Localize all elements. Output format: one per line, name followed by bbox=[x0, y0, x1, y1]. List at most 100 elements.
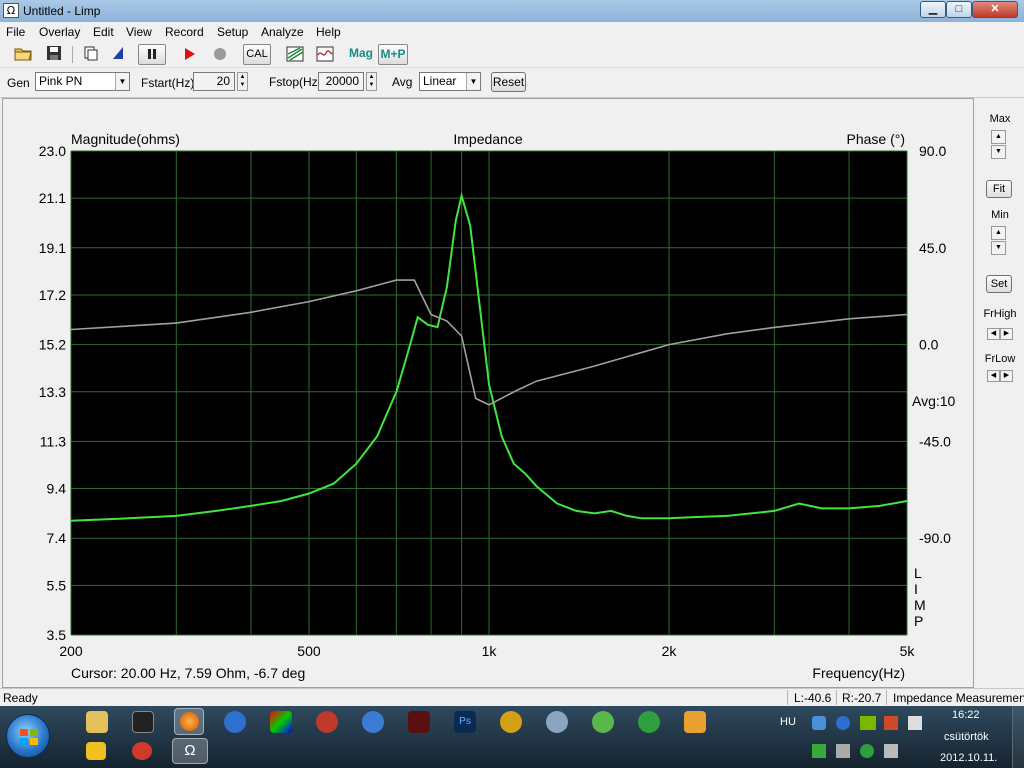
warning-app-icon[interactable] bbox=[86, 742, 106, 760]
gen-select[interactable]: Pink PN ▼ bbox=[35, 72, 130, 91]
left-axis-label: Magnitude(ohms) bbox=[71, 131, 180, 147]
menu-analyze[interactable]: Analyze bbox=[261, 25, 304, 39]
menu-record[interactable]: Record bbox=[165, 25, 204, 39]
max-up-button[interactable]: ▲ bbox=[991, 130, 1006, 144]
cal-button[interactable]: CAL bbox=[243, 44, 271, 65]
left-level: L:-40.6 bbox=[794, 691, 832, 705]
y2-tick-label: 90.0 bbox=[919, 143, 946, 159]
flag-tray-icon[interactable] bbox=[908, 716, 922, 730]
mp-button[interactable]: M+P bbox=[378, 44, 408, 65]
frhigh-right-button[interactable]: ▶ bbox=[1000, 328, 1013, 340]
gen-label: Gen bbox=[7, 76, 30, 90]
update-tray-icon[interactable] bbox=[812, 744, 826, 758]
menu-help[interactable]: Help bbox=[316, 25, 341, 39]
volume-tray-icon[interactable] bbox=[884, 716, 898, 730]
minimize-button[interactable]: ▁ bbox=[920, 1, 946, 18]
menu-overlay[interactable]: Overlay bbox=[39, 25, 80, 39]
mag-button[interactable]: Mag bbox=[347, 44, 375, 65]
taskbar-limp[interactable]: Ω bbox=[172, 738, 208, 764]
play-icon[interactable] bbox=[178, 44, 200, 65]
y-tick-label: 5.5 bbox=[47, 577, 67, 593]
show-desktop-button[interactable] bbox=[1012, 706, 1024, 768]
y-tick-label: 17.2 bbox=[39, 287, 66, 303]
network-app-icon[interactable] bbox=[362, 711, 384, 733]
impedance-chart[interactable]: Impedance Magnitude(ohms) Phase (°) 23.0… bbox=[3, 99, 973, 687]
utorrent-icon[interactable] bbox=[638, 711, 660, 733]
fit-button[interactable]: Fit bbox=[986, 180, 1012, 198]
status-separator bbox=[836, 690, 837, 705]
y-tick-label: 23.0 bbox=[39, 143, 66, 159]
pause-button[interactable] bbox=[138, 44, 166, 65]
x-tick-label: 1k bbox=[482, 643, 498, 659]
explorer-icon[interactable] bbox=[86, 711, 108, 733]
clock-time[interactable]: 16:22 bbox=[952, 709, 980, 721]
x-axis-label: Frequency(Hz) bbox=[812, 665, 905, 681]
grid-icon[interactable] bbox=[284, 44, 306, 65]
menu-edit[interactable]: Edit bbox=[93, 25, 114, 39]
y-tick-label: 19.1 bbox=[39, 240, 66, 256]
taskbar-firefox[interactable] bbox=[174, 708, 204, 735]
frhigh-left-button[interactable]: ◀ bbox=[987, 328, 1000, 340]
frlow-right-button[interactable]: ▶ bbox=[1000, 370, 1013, 382]
start-button[interactable] bbox=[6, 714, 50, 758]
status-text: Ready bbox=[3, 691, 38, 705]
max-down-button[interactable]: ▼ bbox=[991, 145, 1006, 159]
audio-app-icon[interactable] bbox=[408, 711, 430, 733]
status-separator bbox=[886, 690, 887, 705]
video-app-icon[interactable] bbox=[684, 711, 706, 733]
fstart-spinner[interactable]: ▲ ▼ bbox=[237, 72, 248, 91]
waveform-icon[interactable] bbox=[314, 44, 336, 65]
fstop-spinner[interactable]: ▲ ▼ bbox=[366, 72, 377, 91]
avg-label: Avg bbox=[392, 75, 413, 89]
min-down-button[interactable]: ▼ bbox=[991, 241, 1006, 255]
steam-icon[interactable] bbox=[132, 711, 154, 733]
paint-brush-icon[interactable] bbox=[132, 742, 152, 760]
moon-app-icon[interactable] bbox=[546, 711, 568, 733]
device-tray-icon[interactable] bbox=[836, 744, 850, 758]
media-app-icon[interactable] bbox=[316, 711, 338, 733]
frlow-label: FrLow bbox=[984, 353, 1016, 365]
set-button[interactable]: Set bbox=[986, 275, 1012, 293]
nvidia-tray-icon[interactable] bbox=[860, 716, 876, 730]
menu-file[interactable]: File bbox=[6, 25, 25, 39]
y2-tick-label: -45.0 bbox=[919, 433, 951, 449]
utorrent-tray-icon[interactable] bbox=[860, 744, 874, 758]
speaker-tray-icon[interactable] bbox=[884, 744, 898, 758]
fstop-input[interactable]: 20000 bbox=[318, 72, 364, 91]
copy-icon[interactable] bbox=[80, 44, 102, 65]
app-icon[interactable]: Ω bbox=[3, 3, 19, 18]
open-folder-icon[interactable] bbox=[12, 44, 34, 65]
min-up-button[interactable]: ▲ bbox=[991, 226, 1006, 240]
y2-tick-label: -90.0 bbox=[919, 530, 951, 546]
window-title: Untitled - Limp bbox=[23, 4, 101, 18]
menu-setup[interactable]: Setup bbox=[217, 25, 248, 39]
menu-bar bbox=[0, 22, 1024, 42]
language-indicator[interactable]: HU bbox=[780, 716, 796, 728]
fstart-label: Fstart(Hz) bbox=[141, 76, 195, 90]
lightning-app-icon[interactable] bbox=[224, 711, 246, 733]
marker-icon[interactable] bbox=[107, 44, 129, 65]
avg-select[interactable]: Linear ▼ bbox=[419, 72, 481, 91]
y-tick-label: 21.1 bbox=[39, 190, 66, 206]
limp-letter-l: L bbox=[914, 565, 922, 581]
paint-icon[interactable] bbox=[270, 711, 292, 733]
save-icon[interactable] bbox=[43, 44, 65, 65]
network-tray-icon[interactable] bbox=[812, 716, 826, 730]
photoshop-icon[interactable]: Ps bbox=[454, 711, 476, 733]
frog-app-icon[interactable] bbox=[592, 711, 614, 733]
shield-app-icon[interactable] bbox=[500, 711, 522, 733]
plot-panel: Impedance Magnitude(ohms) Phase (°) 23.0… bbox=[2, 98, 974, 688]
stop-icon[interactable] bbox=[209, 44, 231, 65]
fstart-input[interactable]: 20 bbox=[193, 72, 235, 91]
y-tick-label: 15.2 bbox=[39, 337, 66, 353]
menu-view[interactable]: View bbox=[126, 25, 152, 39]
clock-day: csütörtök bbox=[944, 731, 989, 743]
steam-tray-icon[interactable] bbox=[836, 716, 850, 730]
maximize-button[interactable]: □ bbox=[946, 1, 972, 18]
cursor-readout: Cursor: 20.00 Hz, 7.59 Ohm, -6.7 deg bbox=[71, 665, 305, 681]
fstop-label: Fstop(Hz) bbox=[269, 75, 322, 89]
title-bar bbox=[0, 0, 1024, 22]
reset-button[interactable]: Reset bbox=[491, 72, 526, 92]
frlow-left-button[interactable]: ◀ bbox=[987, 370, 1000, 382]
close-button[interactable]: ✕ bbox=[972, 1, 1018, 18]
